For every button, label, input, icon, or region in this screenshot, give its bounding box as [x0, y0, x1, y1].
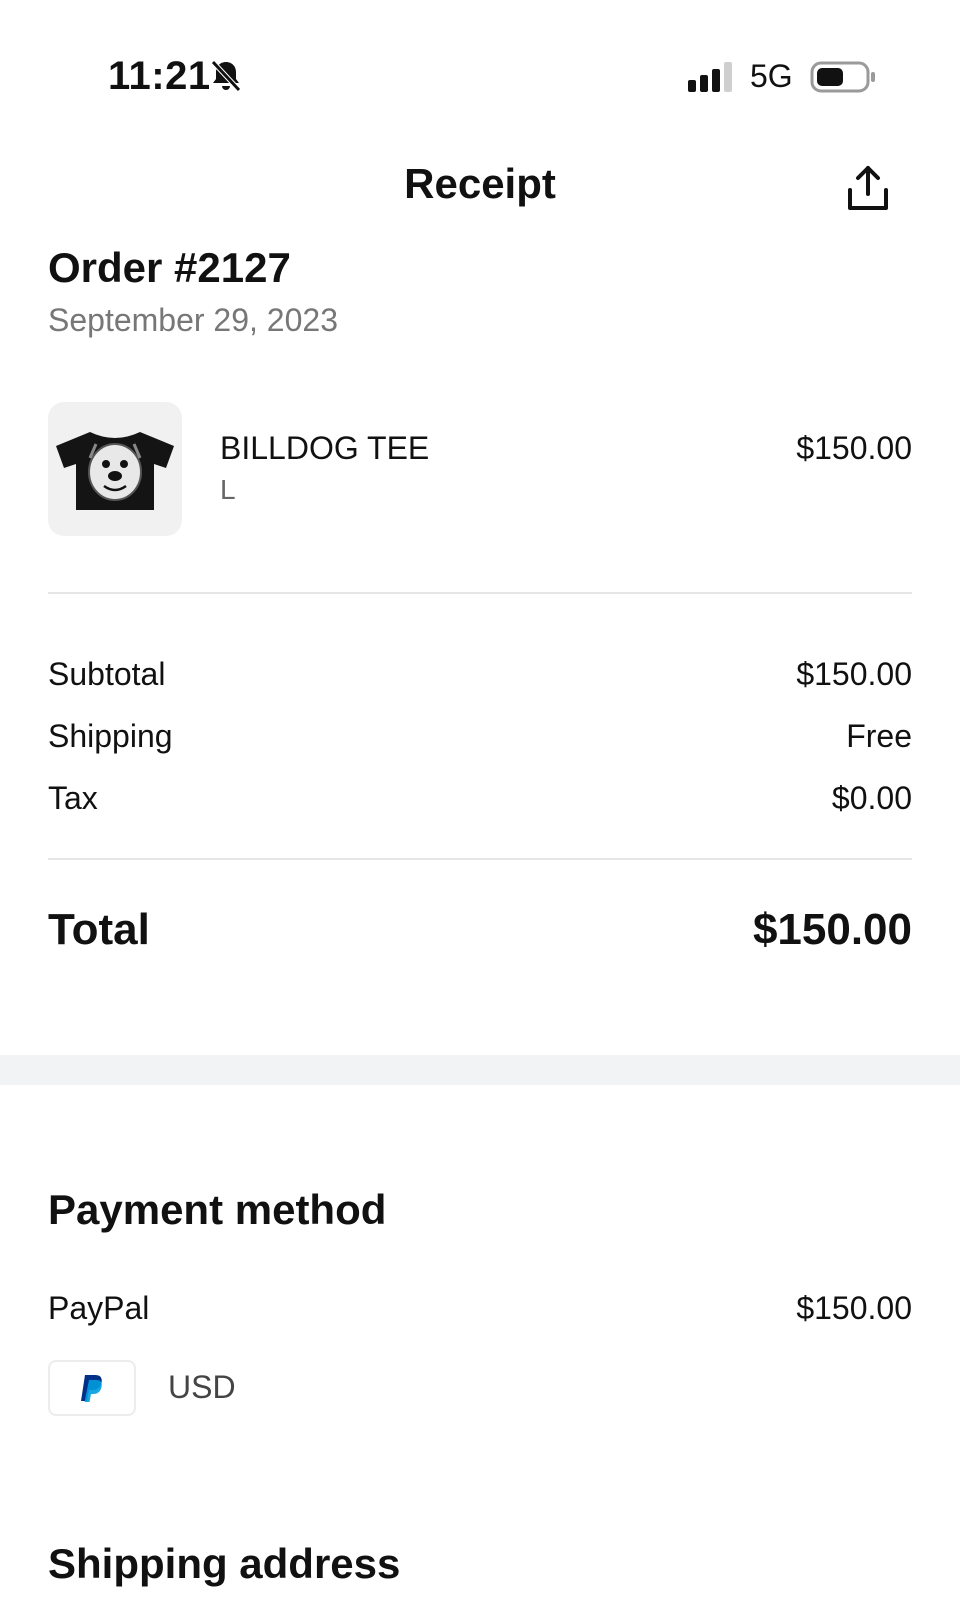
shipping-value: Free	[846, 718, 912, 754]
subtotal-label: Subtotal	[48, 656, 166, 692]
item-price: $150.00	[796, 430, 912, 466]
divider	[48, 592, 912, 594]
share-icon	[848, 166, 888, 210]
payment-currency: USD	[168, 1369, 236, 1405]
status-time: 11:21	[108, 54, 211, 98]
tshirt-icon	[56, 432, 174, 510]
paypal-icon	[81, 1375, 102, 1402]
order-date: September 29, 2023	[48, 302, 338, 338]
total-value: $150.00	[752, 905, 912, 954]
page-title: Receipt	[404, 160, 556, 207]
battery-icon	[810, 60, 878, 94]
payment-amount: $150.00	[796, 1290, 912, 1326]
share-button[interactable]	[840, 160, 896, 216]
signal-icon	[688, 62, 736, 92]
section-separator	[0, 1055, 960, 1085]
product-thumbnail[interactable]	[48, 402, 182, 536]
total-label: Total	[48, 905, 150, 954]
item-variant: L	[220, 474, 236, 505]
subtotal-value: $150.00	[796, 656, 912, 692]
shipping-address-title: Shipping address	[48, 1540, 401, 1587]
divider	[48, 858, 912, 860]
paypal-logo-badge	[48, 1360, 136, 1416]
tax-value: $0.00	[831, 780, 912, 816]
order-title: Order #2127	[48, 244, 291, 291]
payment-method-title: Payment method	[48, 1186, 387, 1233]
network-label: 5G	[750, 58, 793, 94]
shipping-label: Shipping	[48, 718, 173, 754]
payment-method-name: PayPal	[48, 1290, 150, 1326]
item-name: BILLDOG TEE	[220, 430, 430, 466]
tax-label: Tax	[48, 780, 98, 816]
bell-slash-icon	[210, 59, 242, 93]
